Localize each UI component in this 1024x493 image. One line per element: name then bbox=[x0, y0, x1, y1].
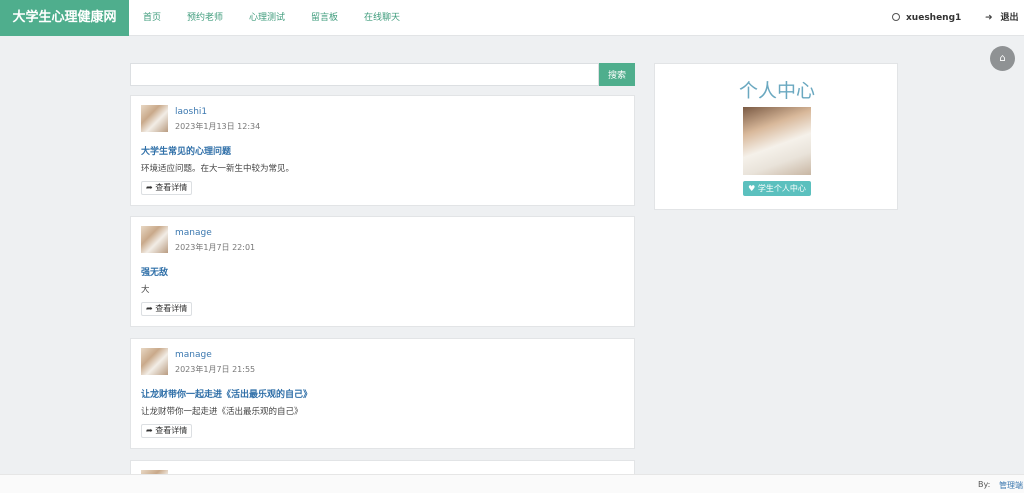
view-detail-button[interactable]: ➦ 查看详情 bbox=[141, 424, 193, 438]
post-title[interactable]: 大学生常见的心理问题 bbox=[141, 144, 231, 157]
post-card: manage 2023年1月7日 21:55 让龙财带你一起走进《活出最乐观的自… bbox=[130, 338, 635, 449]
post-title[interactable]: 强无敌 bbox=[141, 265, 168, 278]
admin-link[interactable]: 管理端 bbox=[999, 480, 1023, 491]
nav-message-board[interactable]: 留言板 bbox=[311, 0, 338, 36]
search-button[interactable]: 搜索 bbox=[599, 63, 635, 86]
post-author[interactable]: laoshi1 bbox=[175, 107, 207, 117]
search-input[interactable] bbox=[130, 63, 599, 86]
share-arrow-icon: ➦ bbox=[146, 304, 156, 313]
nav-book-teacher[interactable]: 预约老师 bbox=[187, 0, 223, 36]
view-detail-label: 查看详情 bbox=[155, 426, 188, 435]
top-navbar: 大学生心理健康网 首页 预约老师 心理测试 留言板 在线聊天 xuesheng1… bbox=[0, 0, 1024, 36]
user-circle-icon bbox=[892, 13, 900, 21]
view-detail-button[interactable]: ➦ 查看详情 bbox=[141, 181, 193, 195]
share-arrow-icon: ➦ bbox=[146, 426, 156, 435]
nav-psych-test[interactable]: 心理测试 bbox=[249, 0, 285, 36]
sign-out-icon: ➜ bbox=[985, 13, 993, 23]
heart-icon: ♥ bbox=[748, 184, 758, 193]
profile-photo bbox=[743, 107, 811, 175]
nav-home[interactable]: 首页 bbox=[143, 0, 161, 36]
post-card: laoshi1 2023年1月13日 12:34 大学生常见的心理问题 环境适应… bbox=[130, 95, 635, 206]
site-brand[interactable]: 大学生心理健康网 bbox=[0, 0, 129, 36]
user-menu[interactable]: xuesheng1 bbox=[892, 0, 961, 36]
nav-online-chat[interactable]: 在线聊天 bbox=[364, 0, 400, 36]
student-center-button[interactable]: ♥ 学生个人中心 bbox=[743, 181, 811, 196]
author-avatar[interactable] bbox=[141, 226, 168, 253]
post-author[interactable]: manage bbox=[175, 228, 212, 238]
share-arrow-icon: ➦ bbox=[146, 183, 156, 192]
author-avatar[interactable] bbox=[141, 105, 168, 132]
post-title[interactable]: 让龙财带你一起走进《活出最乐观的自己》 bbox=[141, 387, 312, 400]
username: xuesheng1 bbox=[906, 13, 962, 23]
home-button[interactable]: ⌂ bbox=[990, 46, 1015, 71]
post-time: 2023年1月13日 12:34 bbox=[175, 122, 261, 131]
profile-card-title: 个人中心 bbox=[738, 80, 815, 102]
post-card: manage 2023年1月7日 22:01 强无敌 大 ➦ 查看详情 bbox=[130, 216, 635, 327]
logout-label: 退出 bbox=[1000, 13, 1019, 23]
logout-link[interactable]: ➜ 退出 bbox=[985, 0, 1019, 36]
profile-card: 个人中心 ♥ 学生个人中心 bbox=[654, 63, 898, 210]
search-bar: 搜索 bbox=[130, 63, 635, 86]
home-icon: ⌂ bbox=[999, 53, 1006, 64]
post-excerpt: 大 bbox=[141, 285, 150, 295]
footer-by: By: bbox=[978, 480, 991, 489]
post-time: 2023年1月7日 21:55 bbox=[175, 365, 256, 374]
view-detail-label: 查看详情 bbox=[155, 304, 188, 313]
post-time: 2023年1月7日 22:01 bbox=[175, 243, 256, 252]
post-author[interactable]: manage bbox=[175, 350, 212, 360]
post-excerpt: 让龙财带你一起走进《活出最乐观的自己》 bbox=[141, 407, 303, 417]
view-detail-label: 查看详情 bbox=[155, 183, 188, 192]
author-avatar[interactable] bbox=[141, 348, 168, 375]
student-center-label: 学生个人中心 bbox=[757, 184, 806, 193]
footer: By: 管理端 bbox=[0, 474, 1024, 493]
view-detail-button[interactable]: ➦ 查看详情 bbox=[141, 302, 193, 316]
post-excerpt: 环境适应问题。在大一新生中较为常见。 bbox=[141, 164, 295, 174]
